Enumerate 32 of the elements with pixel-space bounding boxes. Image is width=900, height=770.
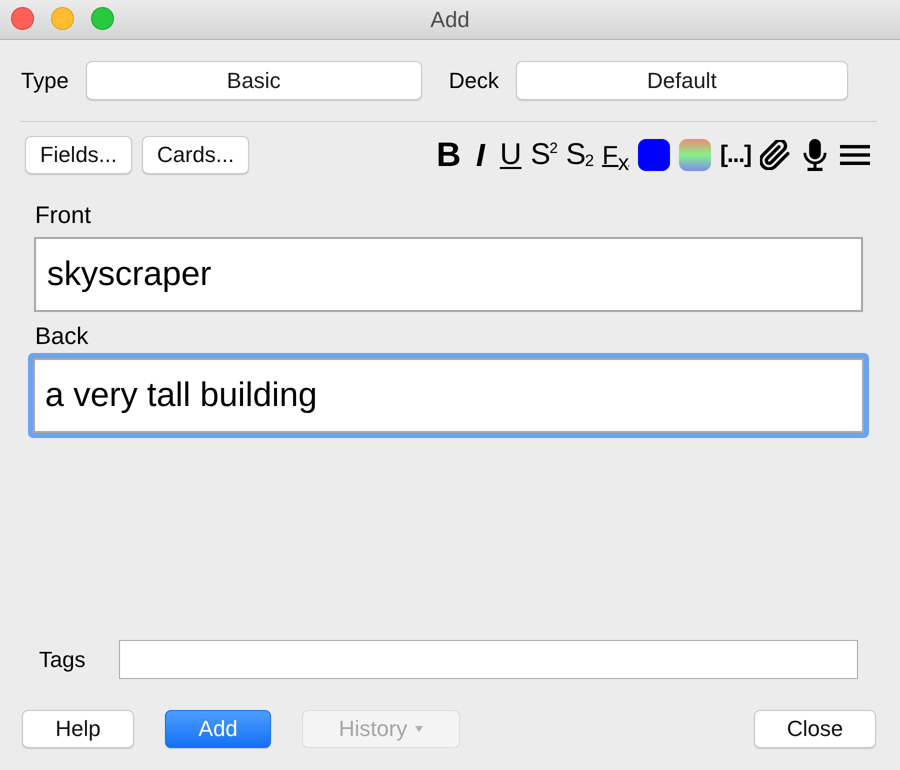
caret-icon (415, 726, 424, 732)
text-field[interactable]: a very tall building (28, 353, 869, 438)
underline-button[interactable]: U (500, 137, 522, 173)
paperclip-icon[interactable] (760, 140, 790, 170)
dialog-button[interactable]: Help (22, 710, 134, 748)
subscript-button[interactable]: S$_{2}$ (566, 137, 594, 173)
note-type-button[interactable]: Basic (86, 61, 422, 100)
dialog-button[interactable]: Add (165, 710, 271, 748)
cloze-button[interactable]: [...] (720, 137, 751, 173)
clear-format-button[interactable]: F$_{x}$ (602, 137, 629, 173)
menu-icon[interactable] (840, 145, 870, 165)
close-button[interactable] (11, 7, 34, 30)
field-label: Front (34, 202, 92, 230)
cards-button[interactable]: Cards... (142, 136, 250, 174)
microphone-icon[interactable] (802, 139, 828, 171)
deck-button[interactable]: Default (516, 61, 848, 100)
superscript-button[interactable]: S$^{2}$ (530, 137, 557, 173)
minimize-button[interactable] (51, 7, 74, 30)
bold-button[interactable]: B (436, 137, 461, 173)
tags-input[interactable] (119, 640, 858, 679)
fields-button[interactable]: Fields... (25, 136, 132, 174)
text-field[interactable]: skyscraper (34, 237, 863, 312)
zoom-button[interactable] (91, 7, 114, 30)
color-swatch-icon[interactable] (638, 139, 670, 171)
window-title: Add (430, 6, 470, 32)
dialog-button[interactable]: Close (754, 710, 876, 748)
field-label: Back (34, 323, 88, 351)
deck-label: Deck (448, 68, 499, 94)
tags-label: Tags (39, 646, 86, 672)
color-picker-icon[interactable] (679, 139, 711, 171)
type-label: Type (21, 68, 69, 94)
italic-button[interactable]: I (476, 137, 485, 173)
